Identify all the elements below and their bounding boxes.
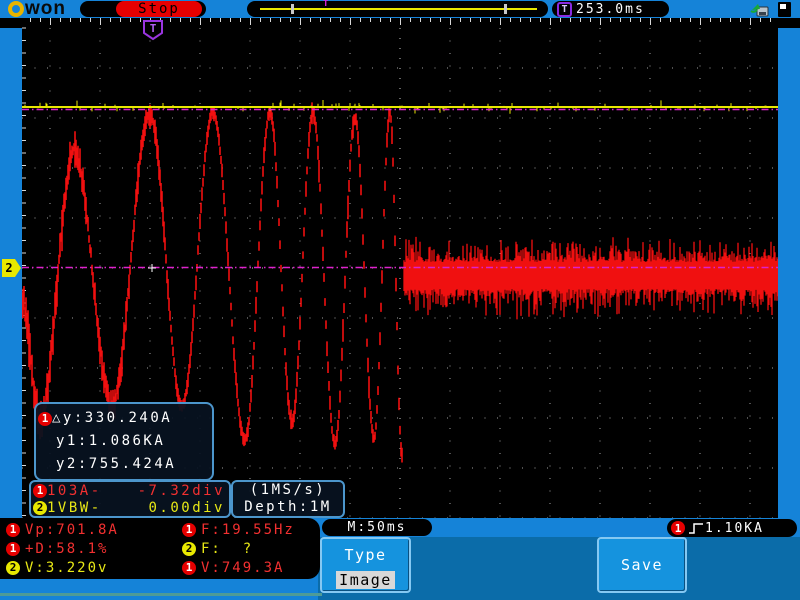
ch1-badge: 1 [671,521,685,535]
auto-measure-box: 1 Vp:701.8A 1 F:19.55Hz 1 +D:58.1% 2 F: … [0,518,320,579]
usb-storage-icon [750,1,770,17]
channel-info-box: 1 103A- -7.32div 2 1VBW- 0.00div [29,480,231,518]
timebase-readout: M:50ms [322,519,432,536]
measure-item: 1 V:749.3A [176,558,320,577]
measure-item: 1 Vp:701.8A [0,520,176,539]
cursor-measure-box: 1 △y:330.240A y1:1.086KA y2:755.424A [34,402,214,481]
ch1-badge: 1 [33,484,47,498]
save-button[interactable]: Save [597,537,687,593]
record-overview-bar: T [247,1,548,17]
trigger-time-icon: T [557,2,572,17]
view-window-right-bracket [504,4,507,14]
ch2-scale: 1VBW- [47,500,102,516]
acquire-info-box: (1MS/s) Depth:1M [231,480,345,518]
trigger-level-readout: 1 1.10KA [667,519,797,537]
ch1-badge: 1 [182,561,196,575]
overview-trigger-marker: T [323,0,328,9]
record-length-line [260,8,537,10]
sample-rate: (1MS/s) [233,482,343,499]
ch1-badge: 1 [6,542,20,556]
ch1-badge: 1 [38,412,52,426]
trigger-level-value: 1.10KA [705,521,764,536]
trigger-time-value: 253.0ms [576,2,645,17]
ch2-info-row: 2 1VBW- 0.00div [31,499,229,516]
measure-item: 1 +D:58.1% [0,539,176,558]
ch1-badge: 1 [182,523,196,537]
measure-item: 2 V:3.220v [0,558,176,577]
cursor-y2-value: y2:755.424A [36,453,212,476]
view-window-left-bracket [291,4,294,14]
trigger-time-readout: T 253.0ms [552,1,669,17]
ch1-position: -7.32div [138,483,225,499]
ch1-badge: 1 [6,523,20,537]
top-bar: won Stop T T 253.0ms [0,0,800,18]
type-button-value: Image [336,571,395,589]
oscilloscope-screen: T 2 won Stop T T 253.0ms [0,0,800,600]
ch1-info-row: 1 103A- -7.32div [31,482,229,499]
measure-item: 2 F: ? [176,539,320,558]
run-state-badge: Stop [116,1,202,17]
cursor-delta-row: 1 △y:330.240A [36,407,212,430]
ch2-badge: 2 [182,542,196,556]
logo-o-ring [8,1,24,17]
cursor-delta-value: △y:330.240A [52,407,172,430]
battery-icon [775,1,795,18]
ch2-position: 0.00div [148,500,225,516]
rising-edge-icon [688,522,705,535]
type-image-button[interactable]: Type Image [320,537,411,593]
type-button-label: Type [322,546,409,564]
measure-item: 1 F:19.55Hz [176,520,320,539]
svg-text:2: 2 [5,261,12,275]
ch2-badge: 2 [33,501,47,515]
cursor-y1-value: y1:1.086KA [36,430,212,453]
record-depth: Depth:1M [233,499,343,516]
ch2-badge: 2 [6,561,20,575]
ch2-zero-marker: 2 [2,259,21,277]
ch1-scale: 103A- [47,483,102,499]
logo-text: won [25,1,66,17]
bottom-divider [0,593,322,596]
owon-logo: won [8,0,66,18]
svg-text:T: T [150,22,157,35]
